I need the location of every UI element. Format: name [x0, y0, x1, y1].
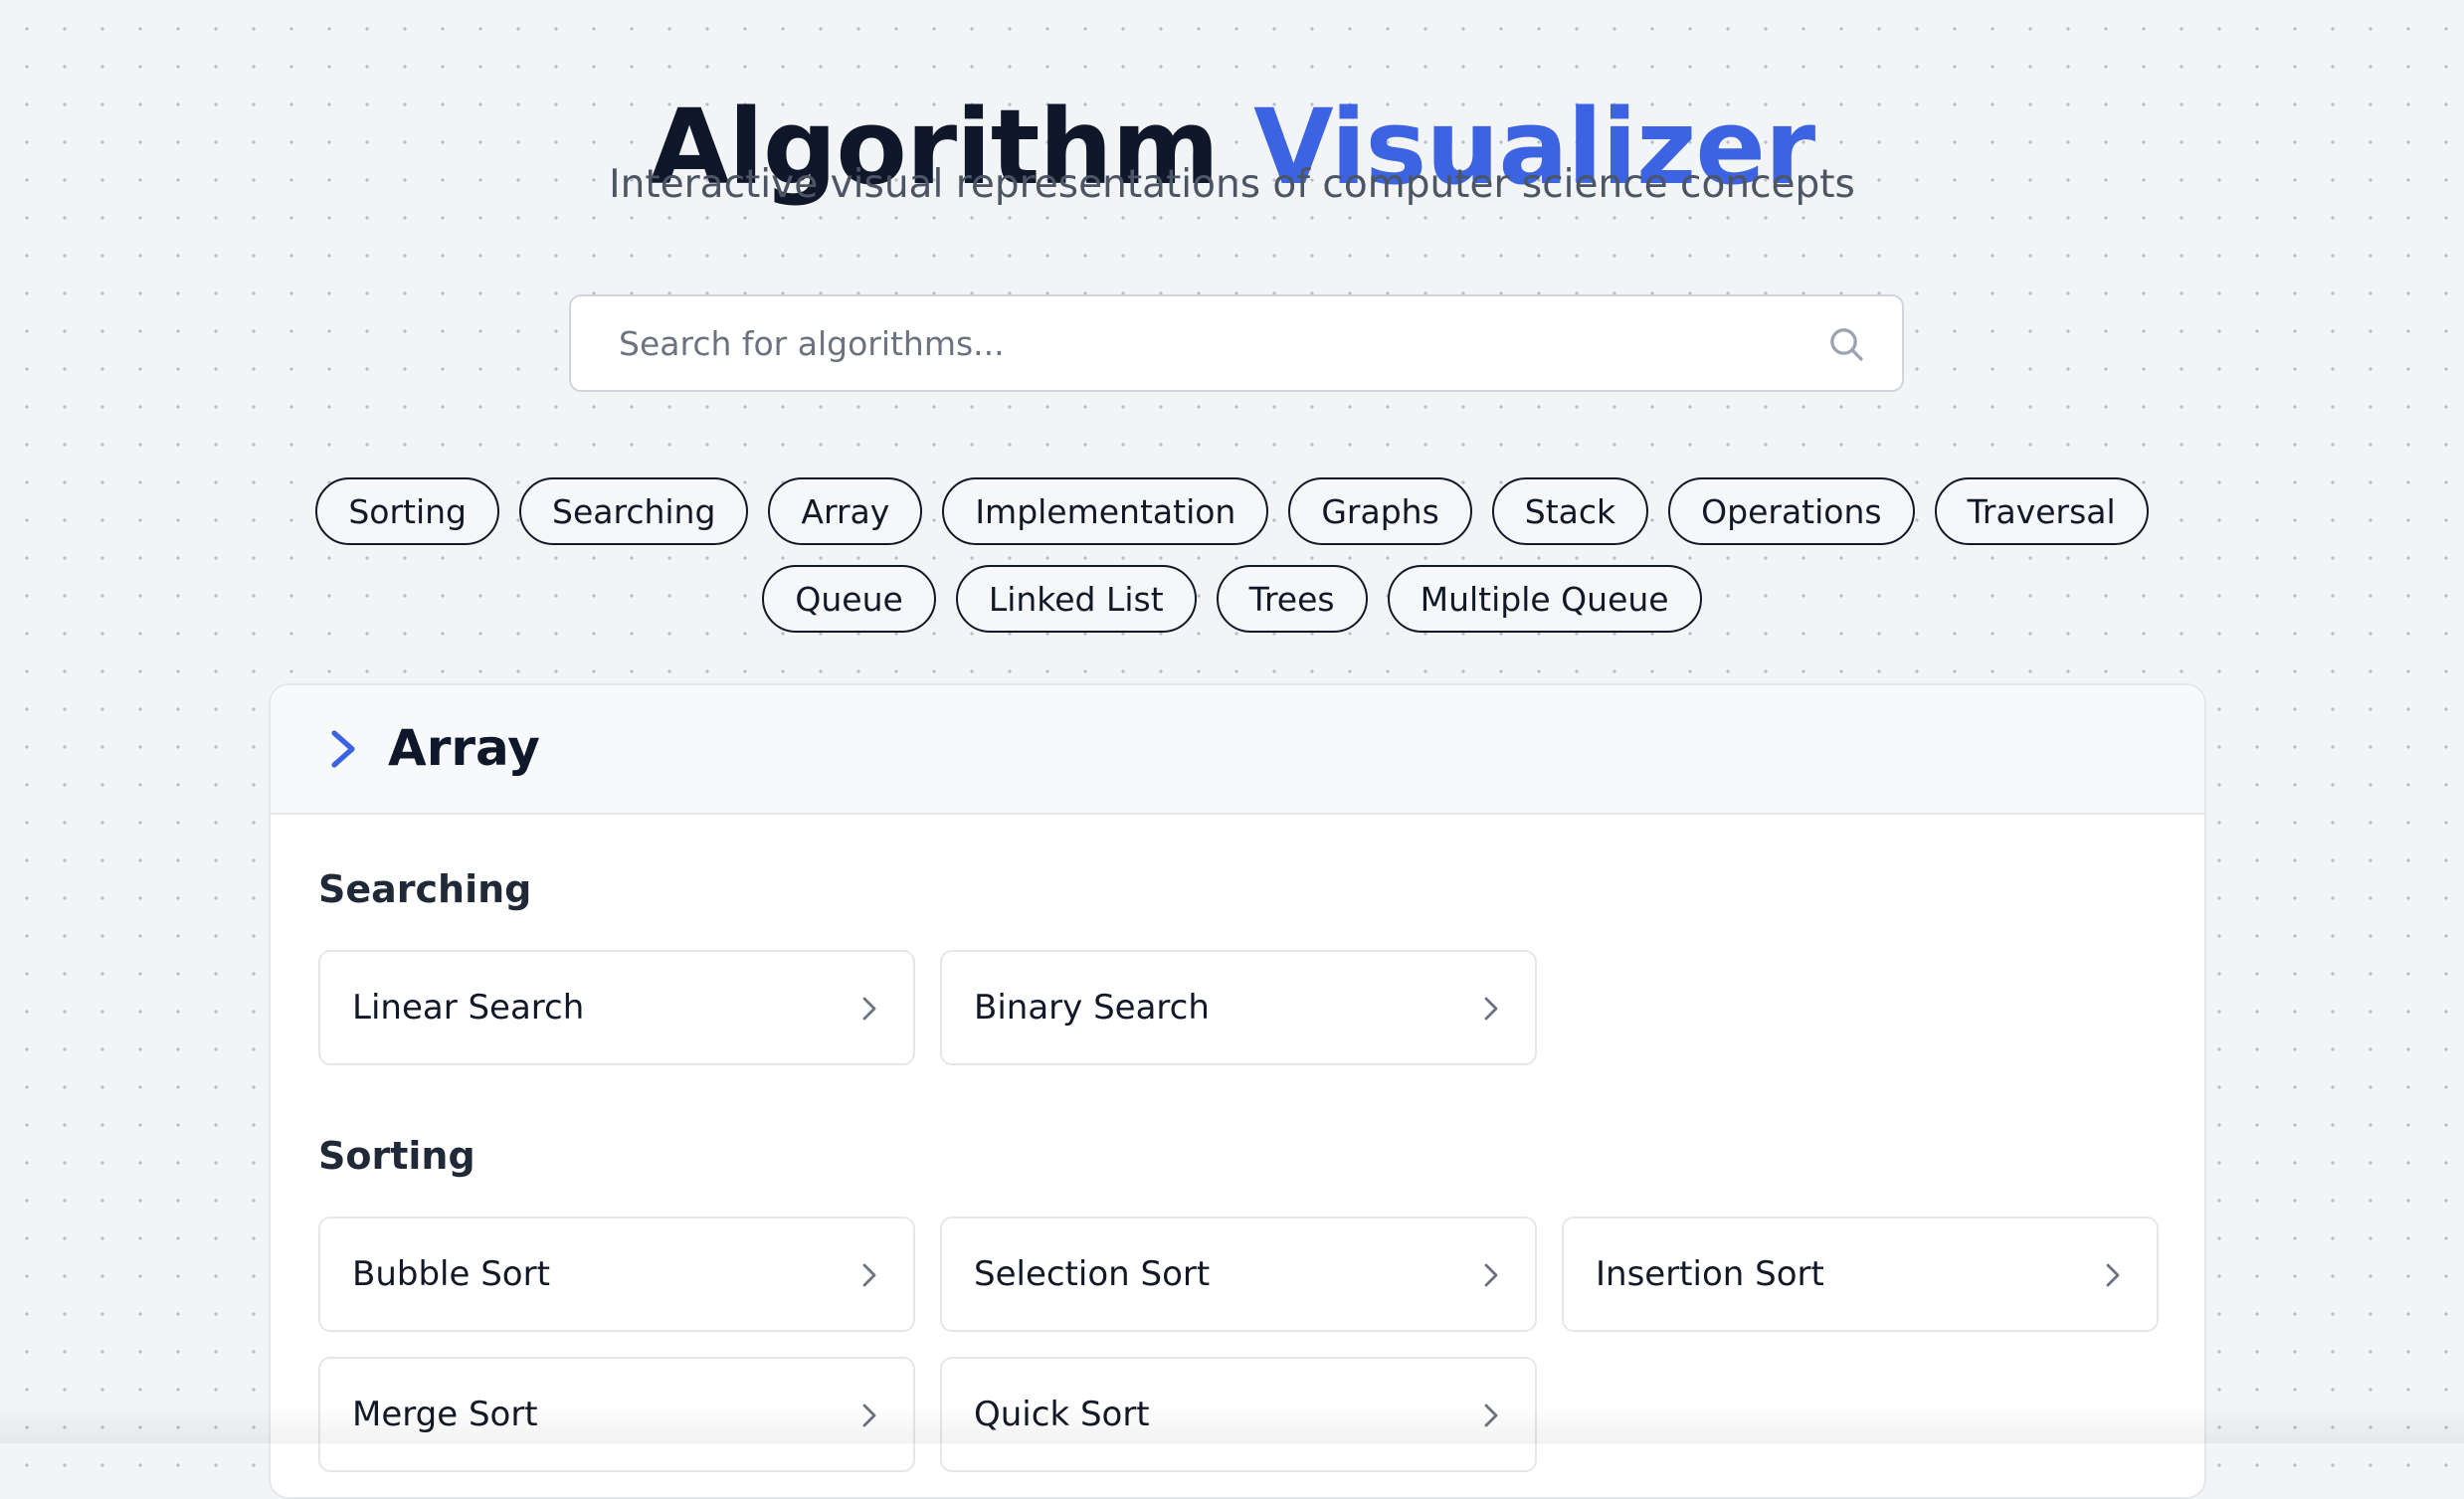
chevron-right-icon	[1484, 997, 1498, 1021]
category-title: Array	[388, 719, 540, 777]
search-box	[569, 294, 1904, 392]
category-panel-array: Array Searching Linear Search Binary Sea…	[269, 683, 2206, 1499]
chevron-right-icon	[331, 730, 355, 768]
algorithm-card-label: Quick Sort	[974, 1395, 1150, 1434]
chevron-right-icon	[1484, 1263, 1498, 1287]
category-header[interactable]: Array	[271, 685, 2204, 815]
group-title-sorting: Sorting	[318, 1134, 475, 1178]
chevron-right-icon	[1484, 1404, 1498, 1427]
tag-chip-linked-list[interactable]: Linked List	[955, 565, 1197, 633]
tag-chip-sorting[interactable]: Sorting	[315, 477, 500, 545]
algorithm-card-linear-search[interactable]: Linear Search	[318, 950, 915, 1065]
algorithm-card-bubble-sort[interactable]: Bubble Sort	[318, 1217, 915, 1332]
algorithm-card-merge-sort[interactable]: Merge Sort	[318, 1357, 915, 1472]
algorithm-card-label: Insertion Sort	[1596, 1254, 1824, 1294]
tag-chip-array[interactable]: Array	[768, 477, 923, 545]
group-title-searching: Searching	[318, 867, 532, 911]
search-input[interactable]	[619, 296, 1793, 390]
chevron-right-icon	[862, 1263, 876, 1287]
tag-chip-traversal[interactable]: Traversal	[1934, 477, 2149, 545]
chevron-right-icon	[862, 1404, 876, 1427]
algorithm-card-label: Binary Search	[974, 988, 1210, 1028]
tag-chip-multiple-queue[interactable]: Multiple Queue	[1387, 565, 1702, 633]
chevron-right-icon	[862, 997, 876, 1021]
algorithm-card-quick-sort[interactable]: Quick Sort	[940, 1357, 1537, 1472]
algorithm-card-label: Linear Search	[352, 988, 585, 1028]
page-subtitle: Interactive visual representations of co…	[609, 162, 1855, 207]
tag-chip-searching[interactable]: Searching	[519, 477, 749, 545]
tag-chip-stack[interactable]: Stack	[1491, 477, 1649, 545]
search-icon[interactable]	[1826, 324, 1866, 364]
algorithm-card-label: Bubble Sort	[352, 1254, 550, 1294]
tag-chip-trees[interactable]: Trees	[1216, 565, 1368, 633]
tag-chip-operations[interactable]: Operations	[1668, 477, 1915, 545]
algorithm-card-label: Merge Sort	[352, 1395, 538, 1434]
algorithm-card-label: Selection Sort	[974, 1254, 1211, 1294]
tag-chip-queue[interactable]: Queue	[762, 565, 936, 633]
tag-chip-graphs[interactable]: Graphs	[1288, 477, 1472, 545]
algorithm-card-insertion-sort[interactable]: Insertion Sort	[1562, 1217, 2159, 1332]
algorithm-card-selection-sort[interactable]: Selection Sort	[940, 1217, 1537, 1332]
algorithm-card-binary-search[interactable]: Binary Search	[940, 950, 1537, 1065]
chevron-right-icon	[2106, 1263, 2120, 1287]
tag-filter-list: Sorting Searching Array Implementation G…	[229, 477, 2235, 633]
tag-chip-implementation[interactable]: Implementation	[942, 477, 1269, 545]
